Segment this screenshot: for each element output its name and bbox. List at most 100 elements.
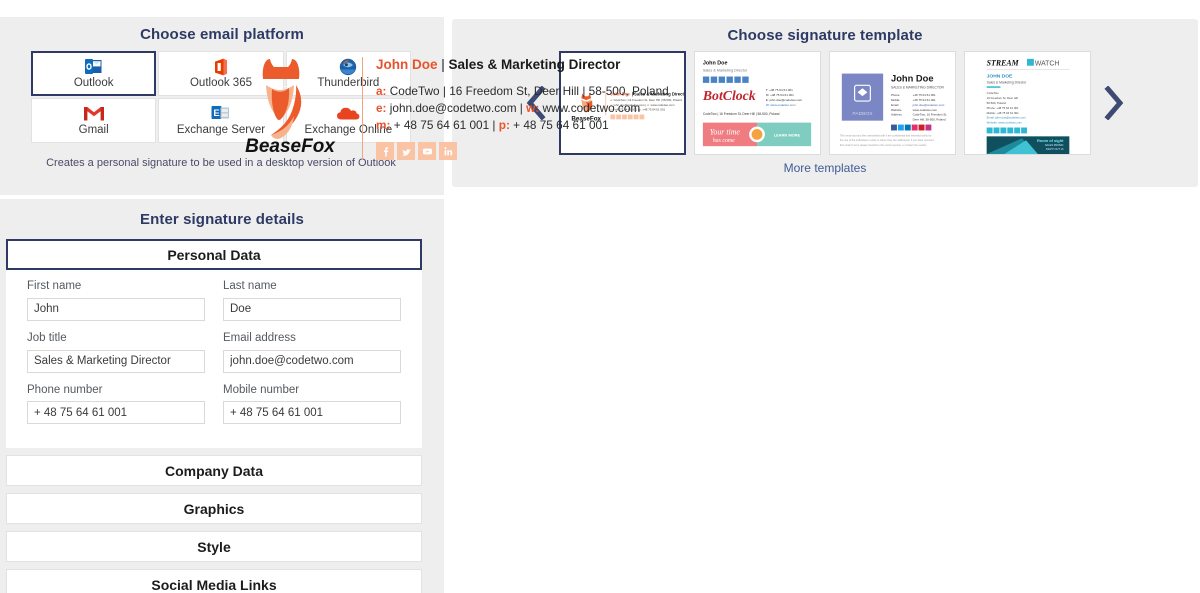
- svg-text:Deer Hill, 58-500, Poland: Deer Hill, 58-500, Poland: [913, 118, 946, 122]
- svg-text:Sales & Marketing Director: Sales & Marketing Director: [703, 69, 748, 73]
- field-row-name: First name Last name: [27, 280, 401, 321]
- accordion-header-company-data[interactable]: Company Data: [6, 455, 422, 487]
- svg-text:Mobile: Mobile: [891, 98, 900, 102]
- svg-text:JOHN DOE: JOHN DOE: [987, 74, 1013, 80]
- first-name-input[interactable]: [27, 297, 205, 321]
- accordion-header-graphics[interactable]: Graphics: [6, 493, 422, 525]
- signature-generator-app: Choose email platform Outlook Outlook 36…: [0, 17, 1200, 593]
- svg-text:CodeTwo, 16 Freedom St,: CodeTwo, 16 Freedom St,: [913, 113, 948, 117]
- accordion: Personal Data First name Last name Job t: [6, 239, 422, 593]
- svg-text:Sales & Marketing Director: Sales & Marketing Director: [987, 80, 1028, 84]
- signature-role: Sales & Marketing Director: [448, 57, 621, 72]
- address-value: CodeTwo | 16 Freedom St, Deer Hill | 58-…: [386, 84, 669, 99]
- svg-text:www.codetwo.com: www.codetwo.com: [913, 108, 938, 112]
- platform-option-outlook[interactable]: Outlook: [31, 51, 157, 96]
- svg-text:Website: Website: [891, 108, 902, 112]
- svg-text:STREAM: STREAM: [987, 59, 1020, 68]
- svg-text:Address: Address: [891, 113, 902, 117]
- more-templates-link[interactable]: More templates: [452, 161, 1198, 175]
- svg-text:W: www.codetwo.com: W: www.codetwo.com: [766, 103, 796, 107]
- field-row-phones: Phone number Mobile number: [27, 384, 401, 425]
- field-email-address: Email address: [223, 332, 401, 373]
- accordion-header-social-media-links[interactable]: Social Media Links: [6, 569, 422, 593]
- template-card-streamwatch[interactable]: STREAM WATCH JOHN DOE Sales & Marketing …: [964, 51, 1091, 155]
- enter-signature-details-panel: Enter signature details Personal Data Fi…: [0, 199, 444, 593]
- svg-text:BeaseFox: BeaseFox: [245, 136, 336, 157]
- outlook-icon: [85, 57, 102, 76]
- svg-text:+48 75 64 61 001: +48 75 64 61 001: [913, 93, 936, 97]
- svg-text:John Doe: John Doe: [703, 61, 728, 67]
- accordion-header-style[interactable]: Style: [6, 531, 422, 563]
- linkedin-icon[interactable]: [439, 142, 457, 161]
- signature-phone-line: m: + 48 75 64 61 001 | p: + 48 75 64 61 …: [376, 117, 669, 134]
- signature-name-line: John Doe | Sales & Marketing Director: [376, 56, 669, 74]
- svg-text:John Doe: John Doe: [891, 73, 934, 83]
- svg-text:SALES PROMO: SALES PROMO: [1045, 143, 1064, 147]
- svg-text:Your time: Your time: [710, 127, 741, 136]
- signature-address-line: a: CodeTwo | 16 Freedom St, Deer Hill | …: [376, 83, 669, 100]
- twitter-icon[interactable]: [397, 142, 415, 161]
- svg-text:E: john.doe@codetwo.com: E: john.doe@codetwo.com: [766, 98, 803, 102]
- field-job-title: Job title: [27, 332, 205, 373]
- mobile-value: + 48 75 64 61 001 |: [390, 117, 499, 132]
- accordion-header-personal-data[interactable]: Personal Data: [6, 239, 422, 270]
- chevron-right-icon[interactable]: [1099, 83, 1129, 123]
- youtube-icon[interactable]: [418, 142, 436, 161]
- field-last-name: Last name: [223, 280, 401, 321]
- phone-number-label: Phone number: [27, 383, 103, 396]
- signature-separator: |: [437, 57, 449, 72]
- field-mobile-number: Mobile number: [223, 384, 401, 425]
- svg-text:T: +48 75 64 61 001: T: +48 75 64 61 001: [766, 88, 793, 92]
- email-key: e:: [376, 100, 387, 115]
- phone-key: p:: [498, 117, 510, 132]
- svg-text:Phone: +48 75 64 61 001: Phone: +48 75 64 61 001: [987, 106, 1019, 110]
- svg-text:Website: www.codetwo.com: Website: www.codetwo.com: [987, 121, 1023, 125]
- signature-body: John Doe | Sales & Marketing Director a:…: [376, 55, 669, 161]
- exchange-server-icon: E: [211, 104, 230, 123]
- svg-text:+48 75 64 61 001: +48 75 64 61 001: [913, 98, 936, 102]
- svg-text:Email: Email: [891, 103, 899, 107]
- svg-text:this email in error please for: this email in error please forward to th…: [840, 143, 927, 147]
- svg-text:BotClock: BotClock: [702, 88, 756, 103]
- svg-text:the use of the individual or e: the use of the individual or entity to w…: [840, 138, 934, 142]
- svg-text:CodeTwo: CodeTwo: [987, 91, 999, 95]
- details-panel-title: Enter signature details: [139, 211, 304, 228]
- svg-text:PADBOX: PADBOX: [852, 111, 873, 117]
- svg-text:Phone: Phone: [891, 93, 900, 97]
- svg-text:WATCH: WATCH: [1035, 61, 1059, 68]
- mobile-number-label: Mobile number: [223, 383, 300, 396]
- accordion-label: Graphics: [183, 500, 245, 517]
- phone-number-input[interactable]: [27, 401, 205, 425]
- email-address-label: Email address: [223, 331, 296, 344]
- platform-option-gmail[interactable]: Gmail: [31, 98, 157, 143]
- signature-social-icons: [376, 142, 669, 161]
- field-first-name: First name: [27, 280, 205, 321]
- phone-value: + 48 75 64 61 001: [509, 117, 609, 132]
- template-panel-title: Choose signature template: [727, 27, 923, 44]
- accordion-body-personal-data: First name Last name Job title Email add: [6, 270, 422, 449]
- web-key: w:: [526, 100, 540, 115]
- signature-name: John Doe: [376, 57, 438, 72]
- svg-text:Room of sight: Room of sight: [1037, 138, 1064, 143]
- accordion-label: Style: [197, 538, 231, 555]
- signature-preview: BeaseFox John Doe | Sales & Marketing Di…: [236, 55, 669, 161]
- template-card-padbox[interactable]: PADBOX John Doe SALES & MARKETING DIRECT…: [829, 51, 956, 155]
- email-address-input[interactable]: [223, 349, 401, 373]
- template-card-botclock[interactable]: John Doe Sales & Marketing Director BotC…: [694, 51, 821, 155]
- mobile-key: m:: [376, 117, 391, 132]
- beasefox-logo: BeaseFox: [236, 55, 354, 157]
- signature-divider: [362, 57, 363, 161]
- svg-text:E: E: [214, 108, 220, 119]
- last-name-label: Last name: [223, 280, 277, 292]
- accordion-label: Company Data: [164, 462, 264, 479]
- accordion-label: Social Media Links: [151, 576, 277, 593]
- last-name-input[interactable]: [223, 297, 401, 321]
- mobile-number-input[interactable]: [223, 401, 401, 425]
- job-title-input[interactable]: [27, 349, 205, 373]
- field-phone-number: Phone number: [27, 384, 205, 425]
- svg-text:LEARN MORE: LEARN MORE: [774, 132, 801, 137]
- job-title-label: Job title: [27, 331, 67, 344]
- svg-text:16 Freedom St, Deer Hill: 16 Freedom St, Deer Hill: [987, 96, 1019, 100]
- email-value: john.doe@codetwo.com |: [386, 100, 527, 115]
- facebook-icon[interactable]: [376, 142, 394, 161]
